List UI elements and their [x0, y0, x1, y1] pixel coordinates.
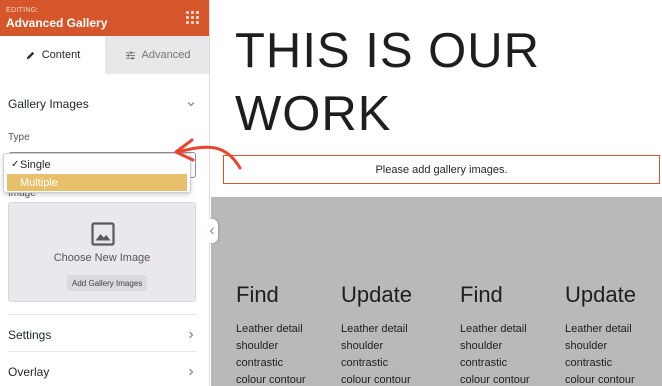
- divider: [8, 351, 196, 352]
- pencil-icon: [26, 51, 34, 59]
- hero-heading: THIS IS OUR WORK: [235, 20, 540, 146]
- feature-column: Update Leather detail shoulder contrasti…: [341, 282, 412, 386]
- feature-text: Leather detail shoulder contrastic colou…: [341, 321, 412, 386]
- feature-line: contrastic: [565, 357, 613, 369]
- panel-title: Advanced Gallery: [6, 16, 108, 30]
- feature-line: contrastic: [341, 357, 389, 369]
- feature-text: Leather detail shoulder contrastic colou…: [460, 321, 530, 386]
- grid-drag-icon[interactable]: [186, 11, 199, 24]
- editing-label: EDITING:: [6, 7, 39, 14]
- editor-sidebar: EDITING: Advanced Gallery Content Advanc…: [0, 0, 210, 386]
- feature-line: colour contour: [236, 374, 306, 386]
- feature-line: colour contour: [565, 374, 635, 386]
- feature-line: Leather detail: [460, 323, 527, 335]
- feature-column: Find Leather detail shoulder contrastic …: [460, 282, 530, 386]
- feature-text: Leather detail shoulder contrastic colou…: [236, 321, 306, 386]
- option-multiple[interactable]: Multiple: [7, 174, 187, 191]
- gallery-images-title: Gallery Images: [8, 97, 89, 111]
- choose-new-image-text: Choose New Image: [53, 252, 151, 264]
- chevron-left-icon: [209, 227, 214, 235]
- tab-content[interactable]: Content: [0, 36, 105, 74]
- tab-content-label: Content: [41, 49, 81, 61]
- option-multiple-label: Multiple: [20, 176, 58, 189]
- feature-title: Find: [460, 282, 503, 307]
- chevron-down-icon: [187, 102, 195, 107]
- gallery-placeholder-notice[interactable]: Please add gallery images.: [223, 155, 660, 184]
- gallery-images-section[interactable]: Gallery Images: [8, 94, 196, 114]
- type-label: Type: [8, 132, 30, 143]
- overlay-section[interactable]: Overlay: [8, 362, 196, 382]
- feature-line: contrastic: [236, 357, 284, 369]
- feature-line: contrastic: [460, 357, 508, 369]
- sliders-icon: [125, 50, 135, 60]
- feature-line: Leather detail: [341, 323, 408, 335]
- panel-header: EDITING: Advanced Gallery: [0, 0, 209, 36]
- feature-column: Find Leather detail shoulder contrastic …: [236, 282, 306, 386]
- feature-title: Find: [236, 282, 279, 307]
- feature-line: colour contour: [341, 374, 411, 386]
- add-gallery-images-button[interactable]: Add Gallery Images: [67, 275, 148, 291]
- feature-line: Leather detail: [236, 323, 303, 335]
- feature-title: Update: [341, 282, 412, 307]
- image-placeholder-icon: [91, 222, 115, 246]
- settings-section[interactable]: Settings: [8, 325, 196, 345]
- checkmark-icon: ✓: [11, 159, 20, 170]
- image-upload-area[interactable]: Choose New Image Add Gallery Images: [8, 202, 196, 302]
- feature-line: Leather detail: [565, 323, 632, 335]
- feature-line: shoulder: [565, 340, 608, 352]
- chevron-right-icon: [189, 368, 194, 376]
- tab-advanced[interactable]: Advanced: [105, 36, 209, 74]
- overlay-title: Overlay: [8, 365, 50, 379]
- hero-heading-line1: THIS IS OUR: [235, 24, 541, 78]
- feature-line: colour contour: [460, 374, 530, 386]
- feature-line: shoulder: [460, 340, 503, 352]
- sidebar-collapse-handle[interactable]: [206, 219, 218, 243]
- feature-line: shoulder: [341, 340, 384, 352]
- settings-title: Settings: [8, 328, 52, 342]
- feature-text: Leather detail shoulder contrastic colou…: [565, 321, 636, 386]
- notice-text: Please add gallery images.: [375, 163, 508, 176]
- feature-line: shoulder: [236, 340, 279, 352]
- divider: [8, 314, 196, 315]
- page-preview: THIS IS OUR WORK Please add gallery imag…: [211, 0, 662, 386]
- chevron-right-icon: [189, 331, 194, 339]
- tab-advanced-label: Advanced: [141, 49, 191, 61]
- panel-tabs: Content Advanced: [0, 36, 209, 74]
- feature-title: Update: [565, 282, 636, 307]
- option-single-label: Single: [20, 158, 51, 171]
- annotation-arrow: [174, 138, 242, 170]
- hero-heading-line2: WORK: [235, 87, 392, 141]
- feature-column: Update Leather detail shoulder contrasti…: [565, 282, 636, 386]
